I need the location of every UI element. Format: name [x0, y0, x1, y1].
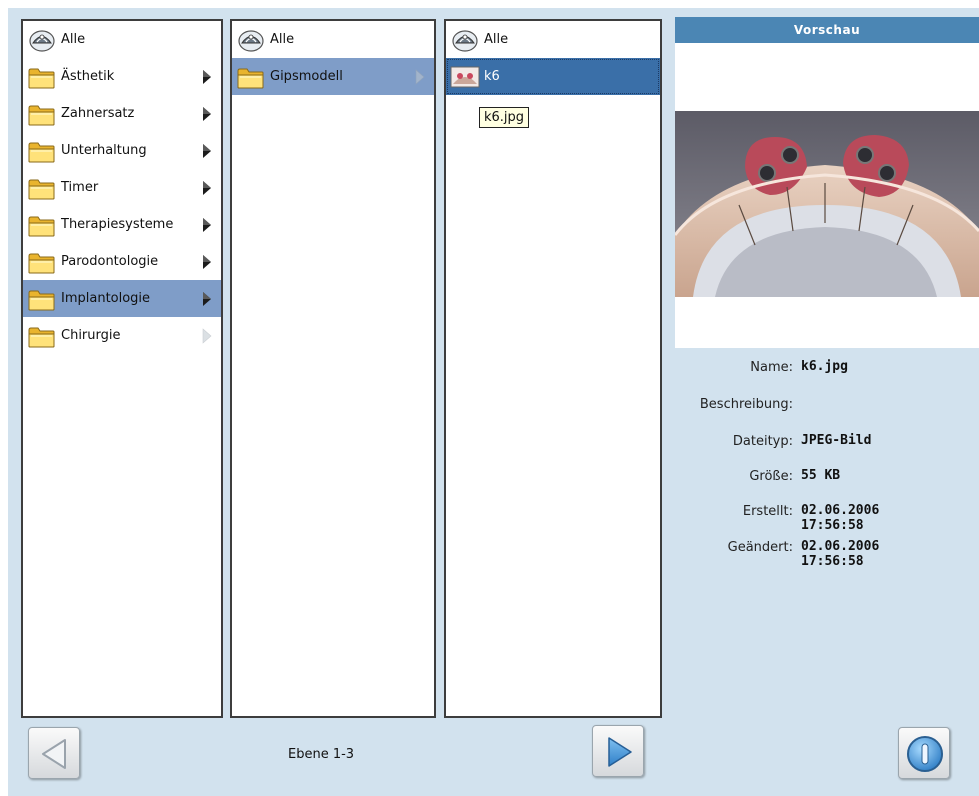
- previous-level-button[interactable]: [28, 727, 80, 779]
- list-item-label: Alle: [484, 32, 509, 47]
- folder-icon: [27, 249, 57, 275]
- list-item-label: Implantologie: [61, 291, 151, 306]
- all-icon: [450, 27, 480, 53]
- list-item-chirurgie[interactable]: Chirurgie: [23, 317, 221, 354]
- preview-panel: Vorschau Name: k6.jpg Beschreibung: Date…: [673, 17, 979, 719]
- list-item-parodontologie[interactable]: Parodontologie: [23, 243, 221, 280]
- info-button[interactable]: [898, 727, 950, 779]
- file-column-level-3[interactable]: Alle k6 k6.jpg: [444, 19, 662, 718]
- folder-icon: [27, 175, 57, 201]
- preview-image: [673, 55, 979, 348]
- filetype-value: JPEG-Bild: [801, 433, 872, 448]
- list-item-timer[interactable]: Timer: [23, 169, 221, 206]
- list-item-alle[interactable]: Alle: [446, 21, 660, 58]
- list-item-implantologie[interactable]: Implantologie: [23, 280, 221, 317]
- chevron-right-icon[interactable]: [201, 217, 213, 233]
- image-thumbnail-icon: [450, 64, 480, 90]
- filetype-label: Dateityp:: [732, 434, 793, 449]
- all-icon: [27, 27, 57, 53]
- arrow-right-icon: [608, 737, 632, 767]
- list-item-label: Alle: [270, 32, 295, 47]
- arrow-left-icon: [42, 739, 66, 769]
- list-item-therapiesysteme[interactable]: Therapiesysteme: [23, 206, 221, 243]
- chevron-right-icon[interactable]: [201, 254, 213, 270]
- list-item-label: Parodontologie: [61, 254, 159, 269]
- list-item-label: Alle: [61, 32, 86, 47]
- folder-icon: [27, 64, 57, 90]
- list-item-k6[interactable]: k6: [446, 58, 660, 95]
- chevron-right-icon[interactable]: [201, 328, 213, 344]
- list-item-unterhaltung[interactable]: Unterhaltung: [23, 132, 221, 169]
- created-date: 02.06.2006: [801, 503, 880, 518]
- folder-icon: [27, 286, 57, 312]
- list-item-label: k6: [484, 69, 500, 84]
- list-item-aesthetik[interactable]: Ästhetik: [23, 58, 221, 95]
- dental-model-photo: [673, 111, 979, 297]
- chevron-right-icon[interactable]: [201, 180, 213, 196]
- list-item-label: Zahnersatz: [61, 106, 135, 121]
- name-value: k6.jpg: [801, 359, 848, 374]
- next-level-button[interactable]: [592, 725, 644, 777]
- list-item-label: Chirurgie: [61, 328, 121, 343]
- created-time: 17:56:58: [801, 518, 864, 533]
- description-label: Beschreibung:: [699, 397, 793, 412]
- list-item-alle[interactable]: Alle: [23, 21, 221, 58]
- navigation-bar: Ebene 1-3: [8, 719, 669, 796]
- preview-footer: [675, 719, 979, 796]
- modified-label: Geändert:: [727, 540, 793, 555]
- chevron-right-icon[interactable]: [414, 69, 426, 85]
- list-item-gipsmodell[interactable]: Gipsmodell: [232, 58, 434, 95]
- chevron-right-icon[interactable]: [201, 106, 213, 122]
- list-item-zahnersatz[interactable]: Zahnersatz: [23, 95, 221, 132]
- size-value: 55 KB: [801, 468, 841, 483]
- folder-icon: [27, 323, 57, 349]
- modified-time: 17:56:58: [801, 554, 864, 569]
- filename-tooltip: k6.jpg: [479, 107, 530, 128]
- app-window: Alle Ästhetik Zahnersatz Unterhaltung Ti…: [8, 8, 979, 796]
- list-item-label: Gipsmodell: [270, 69, 343, 84]
- list-item-label: Unterhaltung: [61, 143, 147, 158]
- size-label: Größe:: [749, 469, 793, 484]
- modified-date: 02.06.2006: [801, 539, 880, 554]
- folder-icon: [27, 212, 57, 238]
- folder-icon: [27, 138, 57, 164]
- all-icon: [236, 27, 266, 53]
- category-column-level-2[interactable]: Alle Gipsmodell: [230, 19, 436, 718]
- list-item-label: Therapiesysteme: [61, 217, 174, 232]
- category-column-level-1[interactable]: Alle Ästhetik Zahnersatz Unterhaltung Ti…: [21, 19, 223, 718]
- chevron-right-icon[interactable]: [201, 69, 213, 85]
- info-icon: [907, 736, 943, 772]
- list-item-label: Timer: [61, 180, 99, 195]
- preview-title: Vorschau: [675, 17, 979, 55]
- list-item-alle[interactable]: Alle: [232, 21, 434, 58]
- chevron-right-icon[interactable]: [201, 291, 213, 307]
- folder-icon: [236, 64, 266, 90]
- chevron-right-icon[interactable]: [201, 143, 213, 159]
- level-indicator: Ebene 1-3: [288, 747, 355, 762]
- name-label: Name:: [750, 360, 793, 375]
- list-item-label: Ästhetik: [61, 69, 115, 84]
- folder-icon: [27, 101, 57, 127]
- created-label: Erstellt:: [742, 504, 793, 519]
